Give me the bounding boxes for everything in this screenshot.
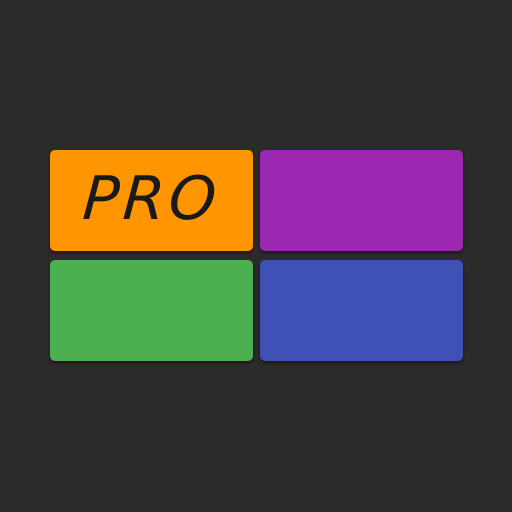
pro-label: PRO — [80, 163, 223, 234]
app-icon: PRO — [0, 0, 512, 512]
green-tile — [50, 260, 253, 361]
purple-tile — [260, 150, 463, 251]
blue-tile — [260, 260, 463, 361]
orange-tile: PRO — [50, 150, 253, 251]
